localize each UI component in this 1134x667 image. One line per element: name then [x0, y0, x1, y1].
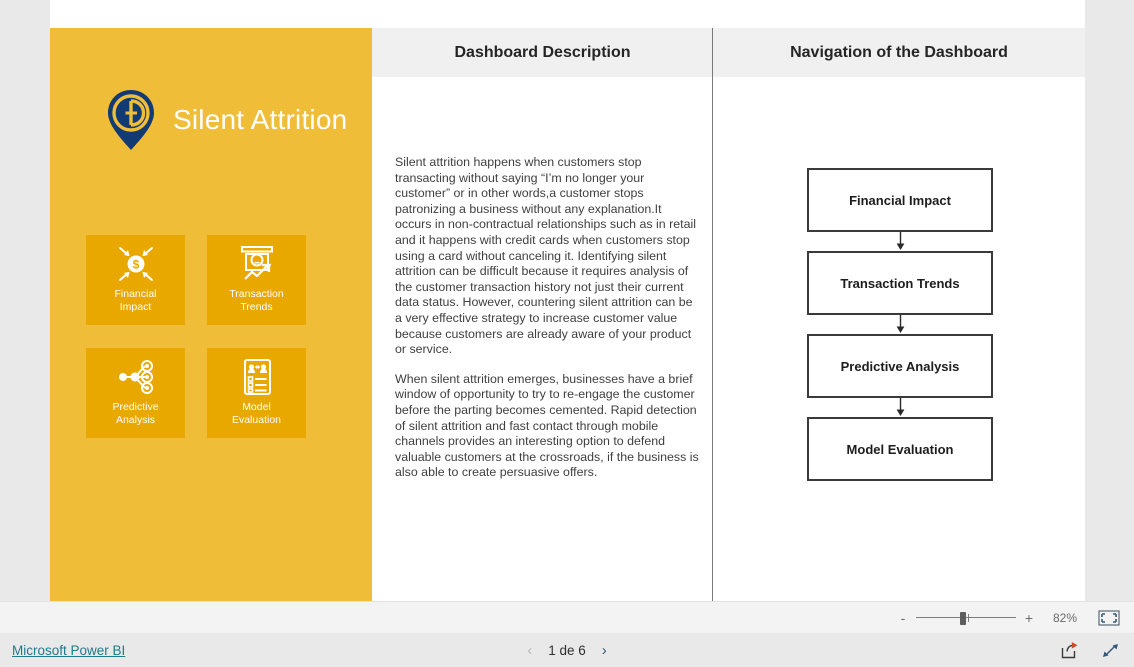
title-panel: Silent Attrition $ Financial Impact Tran…: [50, 28, 372, 601]
navigation-flowchart: Financial Impact Transaction Trends Pred…: [807, 168, 993, 481]
tile-row: Predictive Analysis Model Evaluation: [86, 348, 336, 438]
flow-box-label: Predictive Analysis: [840, 358, 960, 374]
dashboard-navigation-header: Navigation of the Dashboard: [713, 28, 1085, 77]
zoom-slider-tick: [968, 613, 969, 622]
next-page-button[interactable]: ›: [602, 643, 607, 658]
zoom-slider-thumb[interactable]: [960, 611, 966, 625]
fit-to-page-icon[interactable]: [1098, 609, 1120, 626]
zoom-level-label: 82%: [1052, 610, 1078, 625]
tile-label: Model Evaluation: [231, 401, 282, 426]
flow-box-label: Transaction Trends: [840, 275, 960, 291]
header-title: Navigation of the Dashboard: [790, 43, 1008, 61]
previous-page-button[interactable]: ‹: [527, 643, 532, 658]
zoom-slider-track: [916, 616, 1016, 618]
atm-card-trend-icon: [235, 243, 279, 285]
flow-box-model-evaluation[interactable]: Model Evaluation: [807, 417, 993, 481]
tile-predictive-analysis[interactable]: Predictive Analysis: [86, 348, 185, 438]
flow-box-label: Model Evaluation: [846, 441, 954, 457]
flow-box-financial-impact[interactable]: Financial Impact: [807, 168, 993, 232]
page-indicator-label: 1 de 6: [548, 642, 586, 658]
brand-title: Silent Attrition: [173, 104, 348, 135]
zoom-out-button[interactable]: -: [894, 610, 912, 626]
tile-label: Transaction Trends: [229, 288, 284, 313]
report-footer: Microsoft Power BI ‹ 1 de 6 ›: [0, 633, 1134, 667]
tile-row: $ Financial Impact Transaction Trends: [86, 235, 336, 325]
flow-box-predictive-analysis[interactable]: Predictive Analysis: [807, 334, 993, 398]
dollar-inward-arrows-icon: $: [114, 243, 158, 285]
dashboard-description-header: Dashboard Description: [372, 28, 713, 77]
location-pin-logo-icon: [105, 88, 157, 152]
column-divider: [712, 28, 713, 601]
page-navigation: ‹ 1 de 6 ›: [0, 643, 1134, 658]
flow-arrow-down-icon: [807, 398, 993, 417]
flow-arrow-down-icon: [807, 232, 993, 251]
header-title: Dashboard Description: [454, 43, 631, 61]
footer-actions: [1060, 641, 1120, 660]
description-paragraph-1: Silent attrition happens when customers …: [395, 155, 696, 357]
fullscreen-expand-icon[interactable]: [1101, 641, 1120, 660]
flow-box-label: Financial Impact: [849, 192, 951, 208]
tile-transaction-trends[interactable]: Transaction Trends: [207, 235, 306, 325]
flow-box-transaction-trends[interactable]: Transaction Trends: [807, 251, 993, 315]
zoom-in-button[interactable]: +: [1020, 610, 1038, 626]
tile-label: Financial Impact: [114, 288, 157, 313]
nav-tiles: $ Financial Impact Transaction Trends Pr…: [86, 235, 336, 461]
zoom-slider[interactable]: [916, 611, 1016, 625]
checklist-people-icon: [235, 356, 279, 398]
tile-model-evaluation[interactable]: Model Evaluation: [207, 348, 306, 438]
tile-label: Predictive Analysis: [112, 401, 159, 426]
svg-text:$: $: [132, 258, 139, 272]
description-paragraph-2: When silent attrition emerges, businesse…: [395, 371, 699, 480]
zoom-toolbar: - + 82%: [0, 601, 1134, 633]
brand-block: Silent Attrition: [105, 88, 347, 152]
network-nodes-icon: [114, 356, 158, 398]
description-text: Silent attrition happens when customers …: [395, 155, 700, 481]
share-icon[interactable]: [1060, 641, 1079, 660]
flow-arrow-down-icon: [807, 315, 993, 334]
report-canvas: Silent Attrition $ Financial Impact Tran…: [50, 0, 1085, 601]
tile-financial-impact[interactable]: $ Financial Impact: [86, 235, 185, 325]
power-bi-report-viewer: Silent Attrition $ Financial Impact Tran…: [0, 0, 1134, 667]
